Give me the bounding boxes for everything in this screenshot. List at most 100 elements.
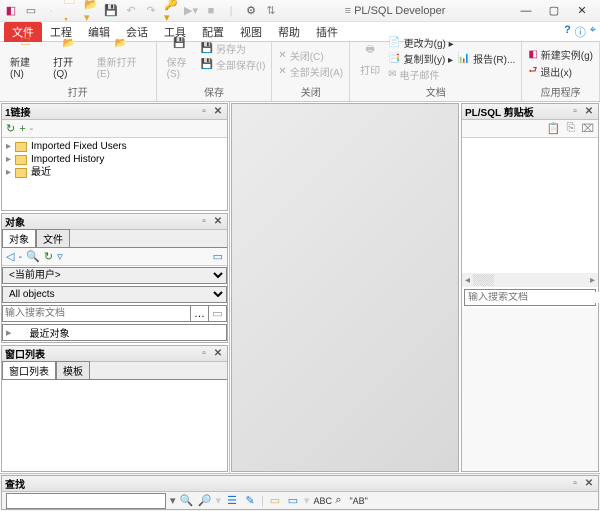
changeto-button[interactable]: 📄更改为(g) ▸ [388,35,453,50]
reopen-button[interactable]: 📂重新打开(E) [93,31,150,82]
find-all-icon[interactable]: ☰ [225,494,239,507]
key-icon[interactable]: 🔑▾ [164,4,178,18]
find-prev-icon[interactable]: 🔍 [198,494,212,507]
panel-close-icon[interactable]: ✕ [212,216,224,227]
exit-button[interactable]: ⮐退出(x) [528,63,593,80]
panel-dock-icon[interactable]: ▫ [569,478,581,489]
collapse-icon[interactable]: - [18,251,22,263]
ribbon-group-open: 🗀新建(N) 📂打开(Q) 📂重新打开(E) 打开 [0,42,157,101]
open-button[interactable]: 📂打开(Q) [49,31,89,82]
copyto-button[interactable]: 📑复制到(y) ▸ [388,51,453,66]
undo-icon[interactable]: ↶ [124,4,138,18]
expand-icon[interactable]: ◁ [6,250,14,263]
stop-icon[interactable]: ■ [204,4,218,18]
maximize-button[interactable]: ▢ [540,1,568,21]
tab-files[interactable]: 文件 [36,229,70,247]
tab-template[interactable]: 模板 [56,361,90,379]
user-select[interactable]: <当前用户> [2,267,227,284]
ribbon-group-close: ✕关闭(C) ✕全部关闭(A) 关闭 [272,42,350,101]
dropdown-icon[interactable]: ▭ [213,250,223,263]
save-icon[interactable]: 💾 [104,4,118,18]
word-icon[interactable]: ▭ [286,494,300,507]
refresh-icon[interactable]: ↻ [6,122,15,135]
abc-icon[interactable]: ABC [313,496,327,506]
tab-windowlist[interactable]: 窗口列表 [2,361,56,379]
obj-search-input[interactable] [2,305,191,322]
panel-dock-icon[interactable]: ▫ [569,106,581,117]
menu-help[interactable]: 帮助 [270,22,308,42]
folder-icon [15,168,27,178]
find-combo[interactable] [6,493,166,509]
panel-close-icon[interactable]: ✕ [583,478,595,489]
clear-icon[interactable]: ⌧ [581,122,594,135]
regex-icon[interactable]: ⌕ [331,494,345,507]
run-icon[interactable]: ▶▾ [184,4,198,18]
center-area [230,102,460,473]
saveall-button[interactable]: 💾全部保存(I) [201,57,266,72]
del-conn-icon[interactable]: - [30,123,34,135]
panel-dock-icon[interactable]: ▫ [198,216,210,227]
sep2: | [224,4,238,18]
filter-icon[interactable]: ▿ [57,250,63,263]
report-icon: 📊 [458,53,470,64]
scroll-hint[interactable]: ◂ ░░░ ▸ [462,273,598,287]
closeall-button[interactable]: ✕全部关闭(A) [278,64,343,79]
close-button[interactable]: ✕ [568,1,596,21]
panel-close-icon[interactable]: ✕ [583,106,595,117]
find-panel: 查找 ▫ ✕ ▾ 🔍 🔍 ▾ ☰ ✎ | ▭ ▭ ▾ ABC ⌕ "AB" [1,475,599,510]
report-button[interactable]: 📊报告(R)... [458,51,516,66]
objects-panel: 对象 ▫ ✕ 对象 文件 ◁ - 🔍 ↻ ▿ ▭ <当前用户> All obje… [1,213,228,343]
find-icon[interactable]: ⌖ [590,24,596,40]
clip-search-input[interactable] [465,292,600,303]
panel-dock-icon[interactable]: ▫ [198,106,210,117]
refresh-icon[interactable]: ↻ [44,250,53,263]
panel-dock-icon[interactable]: ▫ [198,348,210,359]
objects-tabs: 对象 文件 [2,230,227,248]
panel-close-icon[interactable]: ✕ [212,348,224,359]
dropdown-icon[interactable]: ⇅ [264,4,278,18]
settings-icon[interactable]: ⚙ [244,4,258,18]
open-icon: 📂 [59,33,79,53]
paste-icon[interactable]: ⎘ [567,122,576,135]
case-icon[interactable]: ▭ [268,494,282,507]
tree-item[interactable]: ▸Imported History [4,153,225,166]
save-button[interactable]: 💾保存(S) [163,31,197,82]
ab-icon[interactable]: "AB" [349,496,363,506]
menu-right-icons: ? ⓘ ⌖ [564,24,596,40]
right-column: PL/SQL 剪贴板 ▫ ✕ 📋 ⎘ ⌧ ◂ ░░░ ▸ ▸ [460,102,600,473]
close-doc-button[interactable]: ✕关闭(C) [278,48,343,63]
replace-icon[interactable]: ✎ [243,494,257,507]
title-bar: ◧ ▭ · 🗀▾ 📂▾ 💾 ↶ ↷ 🔑▾ ▶▾ ■ | ⚙ ⇅ ≡ PL/SQL… [0,0,600,22]
close-icon: ✕ [278,66,286,77]
newinstance-button[interactable]: ◧新建实例(g) [528,47,593,62]
tree-item[interactable]: ▸最近 [4,166,225,179]
email-button[interactable]: ✉电子邮件 [388,67,453,82]
copy-icon[interactable]: 📋 [547,122,561,135]
redo-icon[interactable]: ↷ [144,4,158,18]
close-icon: ✕ [278,50,286,61]
folder-icon: 🗀 [16,33,36,53]
group-label-save: 保存 [157,84,272,101]
folder-new-icon[interactable]: 🗀▾ [64,4,78,18]
connections-panel: 1链接 ▫ ✕ ↻ + - ▸Imported Fixed Users ▸Imp… [1,103,228,211]
saveas-button[interactable]: 💾另存为 [201,41,266,56]
new-button[interactable]: 🗀新建(N) [6,31,45,82]
panel-close-icon[interactable]: ✕ [212,106,224,117]
find-icon[interactable]: 🔍 [26,250,40,263]
find-next-icon[interactable]: 🔍 [180,494,194,507]
allobjects-select[interactable]: All objects [2,286,227,303]
add-conn-icon[interactable]: + [19,123,25,135]
conn-toolbar: ↻ + - [2,120,227,138]
tree-item[interactable]: ▸Imported Fixed Users [4,140,225,153]
new-window-icon[interactable]: ▭ [24,4,38,18]
help-icon[interactable]: ? [564,24,571,40]
minimize-button[interactable]: — [512,1,540,21]
clip-search: ▸ [464,289,596,306]
print-button[interactable]: 🖶打印 [356,39,384,79]
tab-objects[interactable]: 对象 [2,229,36,247]
clip-toolbar: 📋 ⎘ ⌧ [462,120,598,138]
folder-open-icon[interactable]: 📂▾ [84,4,98,18]
info-icon[interactable]: ⓘ [575,24,586,40]
menu-plugins[interactable]: 插件 [308,22,346,42]
windowlist-panel: 窗口列表 ▫ ✕ 窗口列表 模板 [1,345,228,472]
